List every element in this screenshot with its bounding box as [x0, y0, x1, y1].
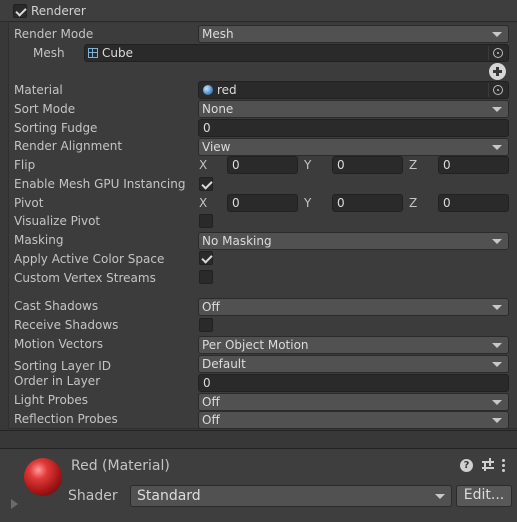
order-in-layer-value: 0: [203, 376, 211, 390]
apply-active-color-space-label: Apply Active Color Space: [14, 252, 165, 266]
material-icon: [203, 85, 213, 95]
chevron-down-icon: [492, 107, 502, 112]
renderer-title: Renderer: [31, 4, 86, 18]
receive-shadows-label: Receive Shadows: [14, 318, 119, 332]
chevron-down-icon: [492, 343, 502, 348]
light-probes-label: Light Probes: [14, 393, 89, 407]
object-picker-icon[interactable]: [488, 46, 507, 60]
sorting-fudge-value: 0: [203, 121, 211, 135]
chevron-down-icon: [492, 400, 502, 405]
material-preview-sphere: [24, 458, 62, 496]
pivot-y-field[interactable]: 0: [332, 194, 403, 212]
flip-x-field[interactable]: 0: [227, 156, 298, 174]
edit-shader-button[interactable]: Edit...: [456, 485, 512, 507]
custom-vertex-streams-checkbox[interactable]: [199, 270, 213, 284]
shader-dropdown[interactable]: Standard: [130, 485, 452, 507]
help-icon[interactable]: ?: [460, 459, 473, 472]
sorting-fudge-label: Sorting Fudge: [14, 121, 98, 135]
pivot-z-label: Z: [409, 196, 418, 210]
pivot-z-value: 0: [443, 196, 451, 210]
flip-z-label: Z: [409, 158, 418, 172]
motion-vectors-value: Per Object Motion: [202, 338, 309, 352]
gpu-instancing-checkbox[interactable]: [199, 177, 213, 191]
material-object-field[interactable]: red: [198, 81, 509, 99]
section-divider: [0, 430, 517, 431]
masking-label: Masking: [14, 233, 64, 247]
mesh-filter-icon: [88, 48, 98, 58]
visualize-pivot-checkbox[interactable]: [199, 214, 213, 228]
flip-y-value: 0: [337, 158, 345, 172]
object-picker-icon[interactable]: [488, 83, 507, 97]
flip-y-field[interactable]: 0: [332, 156, 403, 174]
shader-label: Shader: [68, 488, 118, 504]
sorting-layer-id-value: Default: [202, 357, 246, 371]
cast-shadows-dropdown[interactable]: Off: [198, 298, 509, 316]
sorting-layer-id-label: Sorting Layer ID: [14, 359, 112, 373]
context-menu-icon[interactable]: [502, 459, 505, 462]
shader-value: Standard: [137, 488, 201, 504]
pivot-y-label: Y: [304, 196, 312, 210]
sort-mode-value: None: [202, 102, 234, 116]
mesh-label: Mesh: [33, 46, 65, 60]
receive-shadows-checkbox[interactable]: [199, 318, 213, 332]
render-mode-dropdown[interactable]: Mesh: [198, 25, 509, 43]
chevron-down-icon: [492, 418, 502, 423]
add-icon[interactable]: [489, 63, 506, 80]
order-in-layer-label: Order in Layer: [14, 374, 101, 388]
render-mode-value: Mesh: [202, 27, 234, 41]
masking-dropdown[interactable]: No Masking: [198, 232, 509, 250]
foldout-arrow-icon[interactable]: [11, 499, 18, 509]
flip-z-field[interactable]: 0: [438, 156, 509, 174]
pivot-x-label: X: [199, 196, 208, 210]
material-label: Material: [14, 83, 63, 97]
sorting-fudge-field[interactable]: 0: [198, 119, 509, 137]
mesh-object-field[interactable]: Cube: [84, 44, 509, 62]
presets-icon[interactable]: [481, 458, 495, 472]
mesh-value: Cube: [102, 46, 133, 60]
reflection-probes-label: Reflection Probes: [14, 412, 118, 426]
light-probes-value: Off: [202, 395, 220, 409]
cast-shadows-value: Off: [202, 300, 220, 314]
chevron-down-icon: [492, 305, 502, 310]
pivot-label: Pivot: [14, 196, 44, 210]
pivot-z-field[interactable]: 0: [438, 194, 509, 212]
chevron-down-icon: [492, 145, 502, 150]
reflection-probes-dropdown[interactable]: Off: [198, 411, 509, 429]
flip-x-label: X: [199, 158, 208, 172]
chevron-down-icon: [492, 362, 502, 367]
light-probes-dropdown[interactable]: Off: [198, 393, 509, 411]
sort-mode-dropdown[interactable]: None: [198, 100, 509, 118]
chevron-down-icon: [492, 239, 502, 244]
masking-value: No Masking: [202, 234, 272, 248]
flip-z-value: 0: [443, 158, 451, 172]
flip-y-label: Y: [304, 158, 312, 172]
reflection-probes-value: Off: [202, 413, 220, 427]
renderer-enabled-checkbox[interactable]: [13, 4, 27, 18]
flip-label: Flip: [14, 158, 36, 172]
flip-x-value: 0: [232, 158, 240, 172]
pivot-y-value: 0: [337, 196, 345, 210]
sorting-layer-id-dropdown[interactable]: Default: [198, 355, 509, 373]
pivot-x-value: 0: [232, 196, 240, 210]
render-alignment-label: Render Alignment: [14, 139, 123, 153]
motion-vectors-label: Motion Vectors: [14, 337, 103, 351]
custom-vertex-streams-label: Custom Vertex Streams: [14, 271, 156, 285]
pivot-x-field[interactable]: 0: [227, 194, 298, 212]
apply-active-color-space-checkbox[interactable]: [199, 251, 213, 265]
renderer-header[interactable]: Renderer: [0, 0, 517, 22]
render-mode-label: Render Mode: [14, 27, 94, 41]
material-value: red: [217, 83, 237, 97]
chevron-down-icon: [435, 494, 445, 499]
chevron-down-icon: [492, 32, 502, 37]
render-alignment-value: View: [202, 140, 231, 154]
cast-shadows-label: Cast Shadows: [14, 299, 99, 313]
sort-mode-label: Sort Mode: [14, 102, 76, 116]
render-alignment-dropdown[interactable]: View: [198, 138, 509, 156]
gpu-instancing-label: Enable Mesh GPU Instancing: [14, 177, 186, 191]
material-title: Red (Material): [71, 458, 170, 474]
visualize-pivot-label: Visualize Pivot: [14, 214, 101, 228]
order-in-layer-field[interactable]: 0: [198, 374, 509, 392]
motion-vectors-dropdown[interactable]: Per Object Motion: [198, 336, 509, 354]
